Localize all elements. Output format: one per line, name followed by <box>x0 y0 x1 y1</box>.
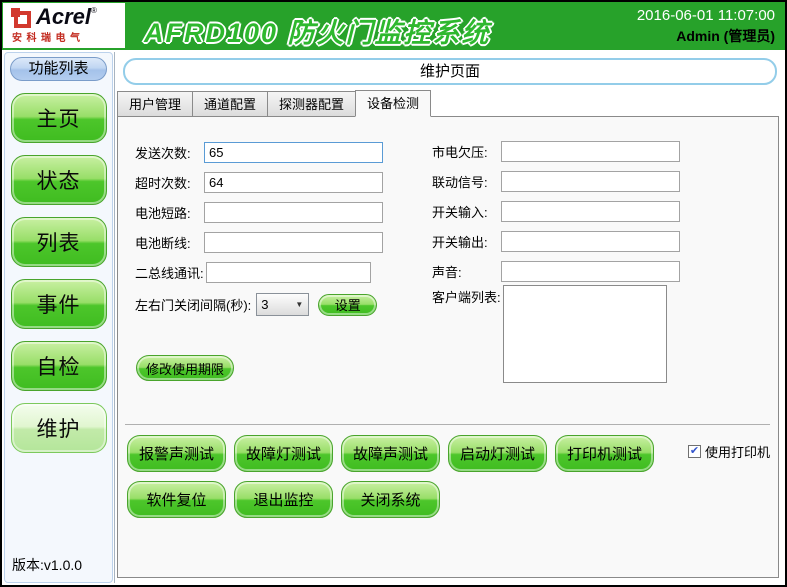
sidebar-item-selfcheck[interactable]: 自检 <box>11 341 107 391</box>
modify-license-button[interactable]: 修改使用期限 <box>136 355 234 381</box>
tab-bar: 用户管理 通道配置 探测器配置 设备检测 <box>117 90 430 117</box>
section-divider <box>125 424 770 425</box>
test-button-row-1: 报警声测试 故障灯测试 故障声测试 启动灯测试 打印机测试 <box>127 435 654 472</box>
use-printer-checkbox-group[interactable]: ✔ 使用打印机 <box>688 442 770 461</box>
mains-undervolt-input[interactable] <box>501 141 680 162</box>
tab-channel-config[interactable]: 通道配置 <box>192 91 268 117</box>
send-count-input[interactable] <box>204 142 383 163</box>
chevron-down-icon: ▼ <box>295 300 308 309</box>
acrel-logo-icon <box>11 8 31 28</box>
main-area: 维护页面 用户管理 通道配置 探测器配置 设备检测 发送次数: 超时次数: 电池… <box>114 52 783 583</box>
current-user-label: Admin (管理员) <box>637 26 775 46</box>
printer-checkbox[interactable]: ✔ <box>688 445 701 458</box>
battery-short-input[interactable] <box>204 202 383 223</box>
sidebar-item-events[interactable]: 事件 <box>11 279 107 329</box>
switch-input-input[interactable] <box>501 201 680 222</box>
form-row: 联动信号: <box>432 171 680 192</box>
page-title: 维护页面 <box>123 58 777 85</box>
battery-short-label: 电池短路: <box>135 203 202 222</box>
shutdown-button[interactable]: 关闭系统 <box>341 481 440 518</box>
sidebar-item-list[interactable]: 列表 <box>11 217 107 267</box>
brand-text: Acrel <box>36 6 91 28</box>
timeout-count-label: 超时次数: <box>135 173 202 192</box>
alarm-sound-test-button[interactable]: 报警声测试 <box>127 435 226 472</box>
timeout-count-input[interactable] <box>204 172 383 193</box>
version-label: 版本:v1.0.0 <box>12 555 82 575</box>
door-interval-select[interactable]: 3 ▼ <box>256 293 309 316</box>
fault-light-test-button[interactable]: 故障灯测试 <box>234 435 333 472</box>
form-row: 发送次数: <box>135 142 383 163</box>
form-row: 声音: <box>432 261 680 282</box>
test-button-row-2: 软件复位 退出监控 关闭系统 <box>127 481 440 518</box>
header-right: 2016-06-01 11:07:00 Admin (管理员) <box>637 7 775 46</box>
form-row: 二总线通讯: <box>135 262 371 283</box>
app-window: Acrel ® 安科瑞电气 AFRD100 防火门监控系统 2016-06-01… <box>0 0 787 587</box>
client-list-row: 客户端列表: <box>432 285 667 383</box>
printer-test-button[interactable]: 打印机测试 <box>555 435 654 472</box>
tab-device-test[interactable]: 设备检测 <box>355 90 431 117</box>
exit-monitor-button[interactable]: 退出监控 <box>234 481 333 518</box>
brand-subtext: 安科瑞电气 <box>12 29 121 44</box>
form-row: 开关输出: <box>432 231 680 252</box>
form-row: 市电欠压: <box>432 141 680 162</box>
app-title: AFRD100 防火门监控系统 <box>144 11 491 50</box>
sound-label: 声音: <box>432 262 499 281</box>
mains-undervolt-label: 市电欠压: <box>432 142 499 161</box>
battery-break-input[interactable] <box>204 232 383 253</box>
start-light-test-button[interactable]: 启动灯测试 <box>448 435 547 472</box>
door-interval-row: 左右门关闭间隔(秒): 3 ▼ 设置 <box>135 293 377 316</box>
form-row: 电池断线: <box>135 232 383 253</box>
sidebar-item-maintenance[interactable]: 维护 <box>11 403 107 453</box>
door-interval-value: 3 <box>257 297 295 312</box>
sound-input[interactable] <box>501 261 680 282</box>
switch-output-input[interactable] <box>501 231 680 252</box>
bus-comm-label: 二总线通讯: <box>135 263 204 282</box>
device-test-panel: 发送次数: 超时次数: 电池短路: 电池断线: 二总线通讯: 左右门关闭间 <box>117 116 779 578</box>
acrel-logo-top: Acrel ® <box>9 6 121 28</box>
sidebar-title: 功能列表 <box>10 57 107 81</box>
form-row: 超时次数: <box>135 172 383 193</box>
check-icon: ✔ <box>690 445 699 457</box>
use-printer-label: 使用打印机 <box>705 442 770 461</box>
linkage-signal-input[interactable] <box>501 171 680 192</box>
sidebar-item-home[interactable]: 主页 <box>11 93 107 143</box>
tab-detector-config[interactable]: 探测器配置 <box>267 91 356 117</box>
fault-sound-test-button[interactable]: 故障声测试 <box>341 435 440 472</box>
client-list-label: 客户端列表: <box>432 285 501 306</box>
sidebar-item-status[interactable]: 状态 <box>11 155 107 205</box>
door-interval-label: 左右门关闭间隔(秒): <box>135 295 251 314</box>
registered-mark-icon: ® <box>91 6 97 15</box>
datetime-label: 2016-06-01 11:07:00 <box>637 7 775 24</box>
acrel-logo: Acrel ® 安科瑞电气 <box>3 3 125 48</box>
switch-output-label: 开关输出: <box>432 232 499 251</box>
sidebar: 功能列表 主页 状态 列表 事件 自检 维护 版本:v1.0.0 <box>4 52 113 583</box>
app-header: Acrel ® 安科瑞电气 AFRD100 防火门监控系统 2016-06-01… <box>2 2 785 50</box>
battery-break-label: 电池断线: <box>135 233 202 252</box>
send-count-label: 发送次数: <box>135 143 202 162</box>
form-row: 电池短路: <box>135 202 383 223</box>
tab-user-management[interactable]: 用户管理 <box>117 91 193 117</box>
bus-comm-input[interactable] <box>206 262 371 283</box>
linkage-signal-label: 联动信号: <box>432 172 499 191</box>
switch-input-label: 开关输入: <box>432 202 499 221</box>
set-button[interactable]: 设置 <box>318 294 377 316</box>
client-list-box[interactable] <box>503 285 667 383</box>
form-row: 开关输入: <box>432 201 680 222</box>
software-reset-button[interactable]: 软件复位 <box>127 481 226 518</box>
